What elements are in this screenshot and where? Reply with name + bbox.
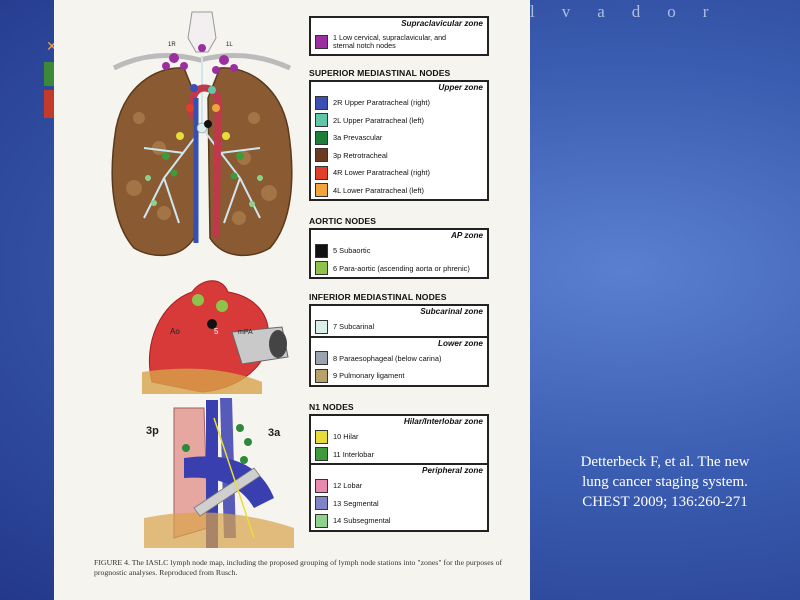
legend-row: 4R Lower Paratracheal (right) [311,164,487,182]
legend-swatch [315,351,328,366]
legend-label: 7 Subcarinal [333,322,375,332]
legend-swatch [315,113,328,128]
legend-swatch [315,513,328,528]
hilar-zone-title: Hilar/Interlobar zone [403,417,483,426]
legend-row: 11 Interlobar [311,446,487,464]
legend-label: 6 Para-aortic (ascending aorta or phreni… [333,263,470,273]
heart-label-mpa: mPA [238,329,253,336]
n1-zones-box: Hilar/Interlobar zone 10 Hilar 11 Interlo… [309,414,489,532]
lung-label-1l: 1L [226,42,233,48]
legend-row: 3p Retrotracheal [311,147,487,165]
legend-swatch [315,243,328,258]
legend-label: 4L Lower Paratracheal (left) [333,185,424,195]
legend-swatch [315,165,328,180]
citation-line-3: CHEST 2009; 136:260-271 [582,494,748,510]
upper-zone-title: Upper zone [438,83,483,92]
legend-swatch [315,130,328,145]
lung-label-1r: 1R [168,42,176,48]
supraclavicular-zone-title: Supraclavicular zone [401,19,483,28]
legend-swatch-1 [315,35,328,49]
legend-row: 3a Prevascular [311,129,487,147]
legend-swatch [315,319,328,334]
citation-line-1: Detterbeck F, et al. The new [580,454,750,470]
citation-line-2: lung cancer staging system. [582,474,748,490]
legend-label: 14 Subsegmental [333,516,391,526]
legend-row: 13 Segmental [311,495,487,513]
legend-row: 9 Pulmonary ligament [311,367,487,385]
legend-swatch [315,148,328,163]
legend-row: 7 Subcarinal [311,318,487,336]
inferior-mediastinal-header: INFERIOR MEDIASTINAL NODES [309,292,447,302]
legend-swatch [315,368,328,383]
legend-label: 9 Pulmonary ligament [333,371,405,381]
subcarinal-zone-title: Subcarinal zone [420,307,483,316]
mediast-label-3a: 3a [268,427,281,439]
red-tab-decoration [44,90,54,118]
legend-row: 5 Subaortic [311,242,487,260]
legend-swatch [315,496,328,511]
legend-row: 2R Upper Paratracheal (right) [311,94,487,112]
supraclavicular-zone-box: Supraclavicular zone 1 Low cervical, sup… [309,16,489,56]
legend-swatch [315,478,328,493]
heart-illustration: Ao 5 mPA [142,280,289,394]
legend-label: 11 Interlobar [333,449,374,459]
figure-caption: FIGURE 4. The IASLC lymph node map, incl… [94,558,503,577]
lungs-illustration: 1R 1L [111,11,293,257]
legend-row: 6 Para-aortic (ascending aorta or phreni… [311,260,487,278]
legend-label: 2L Upper Paratracheal (left) [333,115,424,125]
legend-row: 4L Lower Paratracheal (left) [311,182,487,200]
legend-label: 12 Lobar [333,481,363,491]
superior-mediastinal-header: SUPERIOR MEDIASTINAL NODES [309,68,451,78]
ap-zone-box: AP zone 5 Subaortic 6 Para-aortic (ascend… [309,228,489,279]
legend-row: 10 Hilar [311,428,487,446]
citation-block: Detterbeck F, et al. The new lung cancer… [540,452,790,512]
legend-row: 8 Paraesophageal (below carina) [311,350,487,368]
green-tab-decoration [44,62,54,86]
slide-header-text: lvador [530,2,736,21]
aortic-nodes-header: AORTIC NODES [309,216,377,226]
mediast-label-3p: 3p [146,425,159,437]
legend-swatch [315,95,328,110]
ap-zone-title: AP zone [451,231,483,240]
legend-label: 3p Retrotracheal [333,150,388,160]
iaslc-figure-panel: 1R 1L Ao 5 mPA 3p 3a Supraclavicular zon… [54,0,530,600]
legend-row-1: 1 Low cervical, supraclavicular, and ste… [311,30,487,54]
inferior-zones-box: Subcarinal zone 7 Subcarinal Lower zone … [309,304,489,387]
legend-swatch [315,261,328,276]
legend-swatch [315,429,328,444]
peripheral-zone-title: Peripheral zone [422,466,483,475]
heart-label-5: 5 [214,327,219,336]
legend-label: 5 Subaortic [333,246,371,256]
legend-label: 4R Lower Paratracheal (right) [333,168,430,178]
legend-swatch [315,447,328,462]
legend-row: 2L Upper Paratracheal (left) [311,112,487,130]
heart-label-ao: Ao [170,327,180,336]
lower-zone-title: Lower zone [437,338,483,348]
legend-label: 8 Paraesophageal (below carina) [333,353,442,363]
legend-row: 14 Subsegmental [311,512,487,530]
legend-label: 2R Upper Paratracheal (right) [333,98,430,108]
mediastinum-illustration: 3p 3a [144,398,294,548]
n1-nodes-header: N1 NODES [309,402,354,412]
legend-label: 10 Hilar [333,432,359,442]
legend-label: 13 Segmental [333,498,379,508]
upper-zone-box: Upper zone 2R Upper Paratracheal (right)… [309,80,489,201]
legend-label-1-line2: sternal notch nodes [333,41,396,50]
legend-row: 12 Lobar [311,477,487,495]
legend-label: 3a Prevascular [333,133,383,143]
left-edge-decoration: ✕ [40,38,58,120]
legend-swatch [315,183,328,198]
